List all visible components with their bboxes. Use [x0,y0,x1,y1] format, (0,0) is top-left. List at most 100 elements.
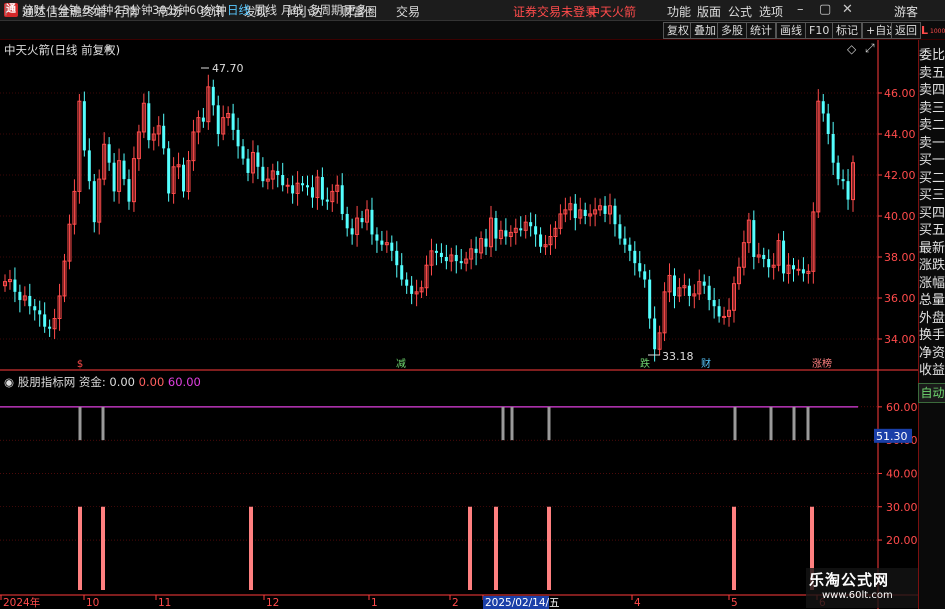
side-item-0[interactable]: 委比 [919,44,945,63]
title-menu-icon[interactable]: ◉ [104,43,113,54]
period-15min[interactable]: 15分钟 [115,2,153,18]
candle-body-down [310,187,314,198]
side-item-16[interactable]: 换手 [919,324,945,343]
period-weekly[interactable]: 周线 [254,2,277,18]
side-item-15[interactable]: 外盘 [919,307,945,326]
candle-body-down [92,181,96,223]
period-scroll-icon[interactable]: | [4,2,8,16]
signal-gray-bar [547,406,551,441]
diamond-icon[interactable]: ◇ [847,42,856,56]
side-item-5[interactable]: 卖一 [919,132,945,151]
low-price-label: 33.18 [662,350,694,363]
side-level-label[interactable]: L [921,24,928,37]
candle-body-down [826,113,830,134]
side-item-9[interactable]: 买四 [919,202,945,221]
kline-chart[interactable]: 34.0036.0038.0040.0042.0044.0046.0047.70… [0,40,918,609]
period-5min[interactable]: 5分钟 [83,2,113,18]
menu-layout[interactable]: 版面 [697,3,721,20]
close-icon[interactable]: ✕ [842,2,853,17]
time-axis-label: 12 [266,597,279,609]
candle-body-down [211,86,215,106]
auto-button[interactable]: 自动 [918,383,945,403]
period-1min[interactable]: 1分钟 [50,2,80,18]
event-marker: 财 [701,357,711,370]
side-item-18[interactable]: 收益 [919,359,945,378]
candle-body-down [43,314,47,327]
side-item-12[interactable]: 涨跌 [919,254,945,273]
fund-value: 0.00 [109,375,135,389]
minimize-icon[interactable]: – [797,2,804,17]
time-axis-label: 2024年 [3,596,40,609]
overlay-button[interactable]: 叠加 [690,22,720,39]
back-button[interactable]: 返回 [891,22,921,39]
signal-pink-bar [78,506,82,590]
draw-line-button[interactable]: 画线 [776,22,806,39]
period-30min[interactable]: 30分钟 [152,2,190,18]
period-intraday[interactable]: 分时 [22,2,45,18]
login-status[interactable]: 证券交易未登录 [513,3,597,20]
candle-body-down [340,185,344,214]
period-multi[interactable]: 多周期 [308,2,343,18]
menu-formula[interactable]: 公式 [728,3,752,20]
candle-body-down [112,162,116,192]
side-item-1[interactable]: 卖五 [919,62,945,81]
candle-body-down [167,148,171,194]
candle-body-down [444,257,448,262]
candle-body-down [474,248,478,253]
side-item-10[interactable]: 买五 [919,219,945,238]
fund-label: 资金: [78,375,106,389]
candle-body-down [603,205,607,214]
side-item-13[interactable]: 涨幅 [919,272,945,291]
side-item-4[interactable]: 卖二 [919,114,945,133]
candle-body-down [306,185,310,188]
side-item-7[interactable]: 买二 [919,167,945,186]
side-item-2[interactable]: 卖四 [919,79,945,98]
candle-body-up [722,315,727,318]
candle-body-down [628,244,632,251]
period-60min[interactable]: 60分钟 [189,2,227,18]
period-monthly[interactable]: 月线 [281,2,304,18]
multi-stock-button[interactable]: 多股 [717,22,747,39]
indicator-name[interactable]: 股朋指标网 [18,375,76,389]
expand-icon[interactable]: ⤢ [865,41,875,56]
period-daily[interactable]: 日线 [227,2,250,18]
side-item-14[interactable]: 总量 [919,289,945,308]
side-item-11[interactable]: 最新 [919,237,945,256]
candle-body-down [687,285,691,296]
candle-body-down [672,275,676,296]
candle-body-down [410,285,414,294]
candle-body-down [127,179,131,202]
side-item-6[interactable]: 买一 [919,149,945,168]
menu-trade[interactable]: 交易 [396,3,420,20]
side-item-17[interactable]: 净资 [919,342,945,361]
user-account[interactable]: 游客 [894,3,918,20]
menu-options[interactable]: 选项 [759,3,783,20]
mark-button[interactable]: 标记 [832,22,862,39]
statistics-button[interactable]: 统计 [746,22,776,39]
candle-body-down [439,252,443,257]
event-marker: 跌 [640,357,650,370]
chevron-right-icon[interactable]: › [368,2,373,16]
maximize-icon[interactable]: ▢ [819,2,831,17]
indicator-value-2: 0.00 [138,375,165,389]
candle-body-down [504,230,508,237]
adjust-button[interactable]: 复权 [663,22,693,39]
candle-body-down [573,203,577,219]
current-value-label: 51.30 [876,430,908,443]
candle-body-down [534,226,538,235]
candle-body-down [82,101,86,151]
event-marker: $ [77,359,83,370]
signal-gray-bar [510,406,514,441]
side-item-8[interactable]: 买三 [919,184,945,203]
menu-function[interactable]: 功能 [667,3,691,20]
side-item-3[interactable]: 卖三 [919,97,945,116]
price-tick-label: 40.00 [884,210,916,223]
candle-body-down [162,125,166,149]
candle-body-down [216,105,220,134]
candle-body-down [400,265,404,280]
indicator-menu-icon[interactable]: ◉ [4,375,14,389]
candle-body-down [38,310,42,315]
candle-body-down [529,222,533,227]
f10-button[interactable]: F10 [805,22,834,39]
period-more[interactable]: 更多 [344,2,367,18]
